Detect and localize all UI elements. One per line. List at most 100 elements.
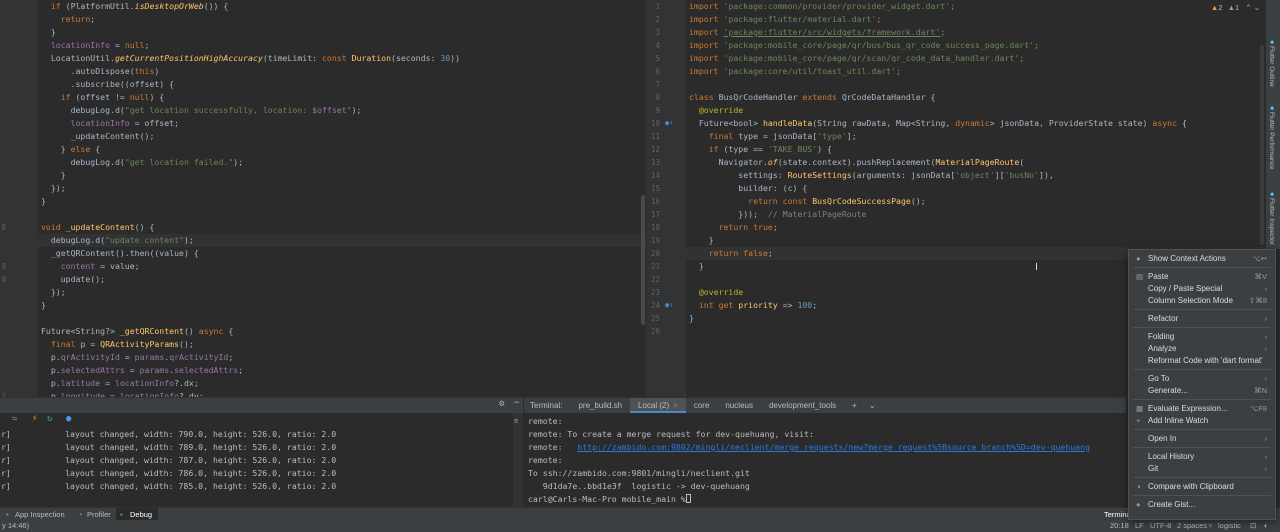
terminal-tab[interactable]: core [686,398,718,413]
left-code-line[interactable]: p.latitude = locationInfo?.dx; [38,377,646,390]
left-code-line[interactable]: p.longitude = locationInfo?.dy; [38,390,646,397]
line-number[interactable]: 22 [648,273,660,286]
line-number[interactable]: 2 [648,13,660,26]
line-number[interactable] [0,13,6,26]
caret-position[interactable]: 20:18 [1110,520,1129,532]
line-number[interactable]: 6 [648,65,660,78]
line-number[interactable]: 10 [648,117,660,130]
left-code-line[interactable]: } [38,299,646,312]
line-number[interactable] [0,104,6,117]
flutter-inspector-tab[interactable]: Flutter Inspector [1268,198,1275,245]
line-number[interactable]: 18 [648,221,660,234]
lightning-icon[interactable]: ⚡ [32,414,37,424]
line-number[interactable] [0,234,6,247]
line-number[interactable]: 17 [648,208,660,221]
right-scrollbar[interactable] [1260,45,1264,245]
left-code-line[interactable]: _getQRContent().then((value) { [38,247,646,260]
left-code-line[interactable] [38,312,646,325]
flutter-performance-tab[interactable]: Flutter Performance [1268,112,1275,169]
right-code-line[interactable]: import 'package:common/provider/provider… [686,0,1266,13]
line-number[interactable]: 8 [0,221,6,234]
indent-setting[interactable]: 2 spaces [1177,520,1207,532]
left-code-line[interactable]: }); [38,182,646,195]
chevron-up-icon[interactable]: ⌃ [1245,3,1251,12]
left-code-line[interactable]: } [38,26,646,39]
left-code-line[interactable]: p.selectedAttrs = params.selectedAttrs; [38,364,646,377]
menu-item-create-gist[interactable]: ● Create Gist... [1129,499,1275,511]
left-code-line[interactable] [38,208,646,221]
menu-item-folding[interactable]: Folding › [1129,331,1275,343]
line-number[interactable] [0,143,6,156]
line-number[interactable]: 7 [648,78,660,91]
left-scrollbar[interactable] [641,195,645,325]
terminal-output[interactable]: remote: remote: To create a merge request… [524,413,1126,508]
left-code-line[interactable]: debugLog.d("get location successfully, l… [38,104,646,117]
left-code-line[interactable]: } [38,169,646,182]
close-icon[interactable]: × [673,401,678,410]
menu-item-go-to[interactable]: Go To › [1129,373,1275,385]
minimize-icon[interactable]: − [514,398,519,408]
line-number[interactable]: 26 [648,325,660,338]
hot-restart-icon[interactable]: ↻ [47,414,52,424]
line-number[interactable] [0,26,6,39]
lock-icon[interactable]: ⊡ [1250,520,1256,532]
line-separator[interactable]: LF [1135,520,1144,532]
line-number[interactable]: 20 [648,247,660,260]
line-number[interactable]: 16 [648,195,660,208]
line-number[interactable] [0,0,6,13]
left-code-line[interactable]: .autoDispose(this) [38,65,646,78]
right-code-line[interactable]: if (type == 'TAKE_BUS') { [686,143,1266,156]
line-number[interactable]: 15 [648,182,660,195]
left-code-line[interactable]: update(); [38,273,646,286]
flutter-outline-tab[interactable]: Flutter Outline [1268,46,1275,87]
line-number[interactable] [0,169,6,182]
line-number[interactable] [0,52,6,65]
line-number[interactable] [0,65,6,78]
line-number[interactable]: 8 [648,91,660,104]
line-number[interactable] [0,39,6,52]
left-code-line[interactable]: if (PlatformUtil.isDesktopOrWeb()) { [38,0,646,13]
line-number[interactable] [0,195,6,208]
left-code-line[interactable]: void _updateContent() { [38,221,646,234]
line-number[interactable] [0,312,6,325]
right-code-line[interactable]: import 'package:mobile_core/page/qr/scan… [686,52,1266,65]
right-code-line[interactable]: @override [686,104,1266,117]
git-branch[interactable]: logistic [1218,520,1241,532]
menu-item-refactor[interactable]: Refactor › [1129,313,1275,325]
line-number[interactable]: 21 [648,260,660,273]
line-number[interactable] [0,377,6,390]
terminal-tab[interactable]: development_tools [761,398,844,413]
chevron-down-icon[interactable]: ⌄ [865,401,880,410]
menu-item-copy-paste-special[interactable]: Copy / Paste Special › [1129,283,1275,295]
terminal-tab[interactable]: pre_build.sh [570,398,630,413]
right-code-line[interactable]: final type = jsonData['type']; [686,130,1266,143]
right-code-line[interactable]: builder: (c) { [686,182,1266,195]
inspection-widget[interactable]: ▲2 ▲1 ⌃ ⌄ [1211,3,1260,12]
line-number[interactable] [0,130,6,143]
line-number[interactable] [0,117,6,130]
left-code-line[interactable]: } else { [38,143,646,156]
menu-item-generate[interactable]: Generate... ⌘N [1129,385,1275,397]
menu-item-paste[interactable]: ▤ Paste ⌘V [1129,271,1275,283]
line-number[interactable]: 9 [648,104,660,117]
line-number[interactable] [0,364,6,377]
line-number[interactable]: 13 [648,156,660,169]
line-number[interactable] [0,351,6,364]
left-code-line[interactable]: content = value; [38,260,646,273]
line-number[interactable] [0,156,6,169]
new-terminal-tab-button[interactable]: + [844,398,865,413]
left-code-line[interactable]: return; [38,13,646,26]
menu-item-add-inline-watch[interactable]: + Add Inline Watch [1129,415,1275,427]
right-code-line[interactable]: Future<bool> handleData(String rawData, … [686,117,1266,130]
menu-item-git[interactable]: Git › [1129,463,1275,475]
menu-item-column-selection-mode[interactable]: Column Selection Mode ⇧⌘8 [1129,295,1275,307]
right-code-line[interactable]: class BusQrCodeHandler extends QrCodeDat… [686,91,1266,104]
rerun-icon[interactable]: ⇆ [12,414,17,424]
terminal-panel[interactable]: Terminal: pre_build.sh Local (2) × core nucle… [524,398,1126,508]
line-number[interactable]: 25 [648,312,660,325]
line-number[interactable]: 5 [648,52,660,65]
line-number[interactable] [0,299,6,312]
menu-item-reformat-code-with-dart-format[interactable]: Reformat Code with 'dart format' [1129,355,1275,367]
menu-item-evaluate-expression[interactable]: ▦ Evaluate Expression... ⌥F8 [1129,403,1275,415]
right-code-line[interactable] [686,78,1266,91]
